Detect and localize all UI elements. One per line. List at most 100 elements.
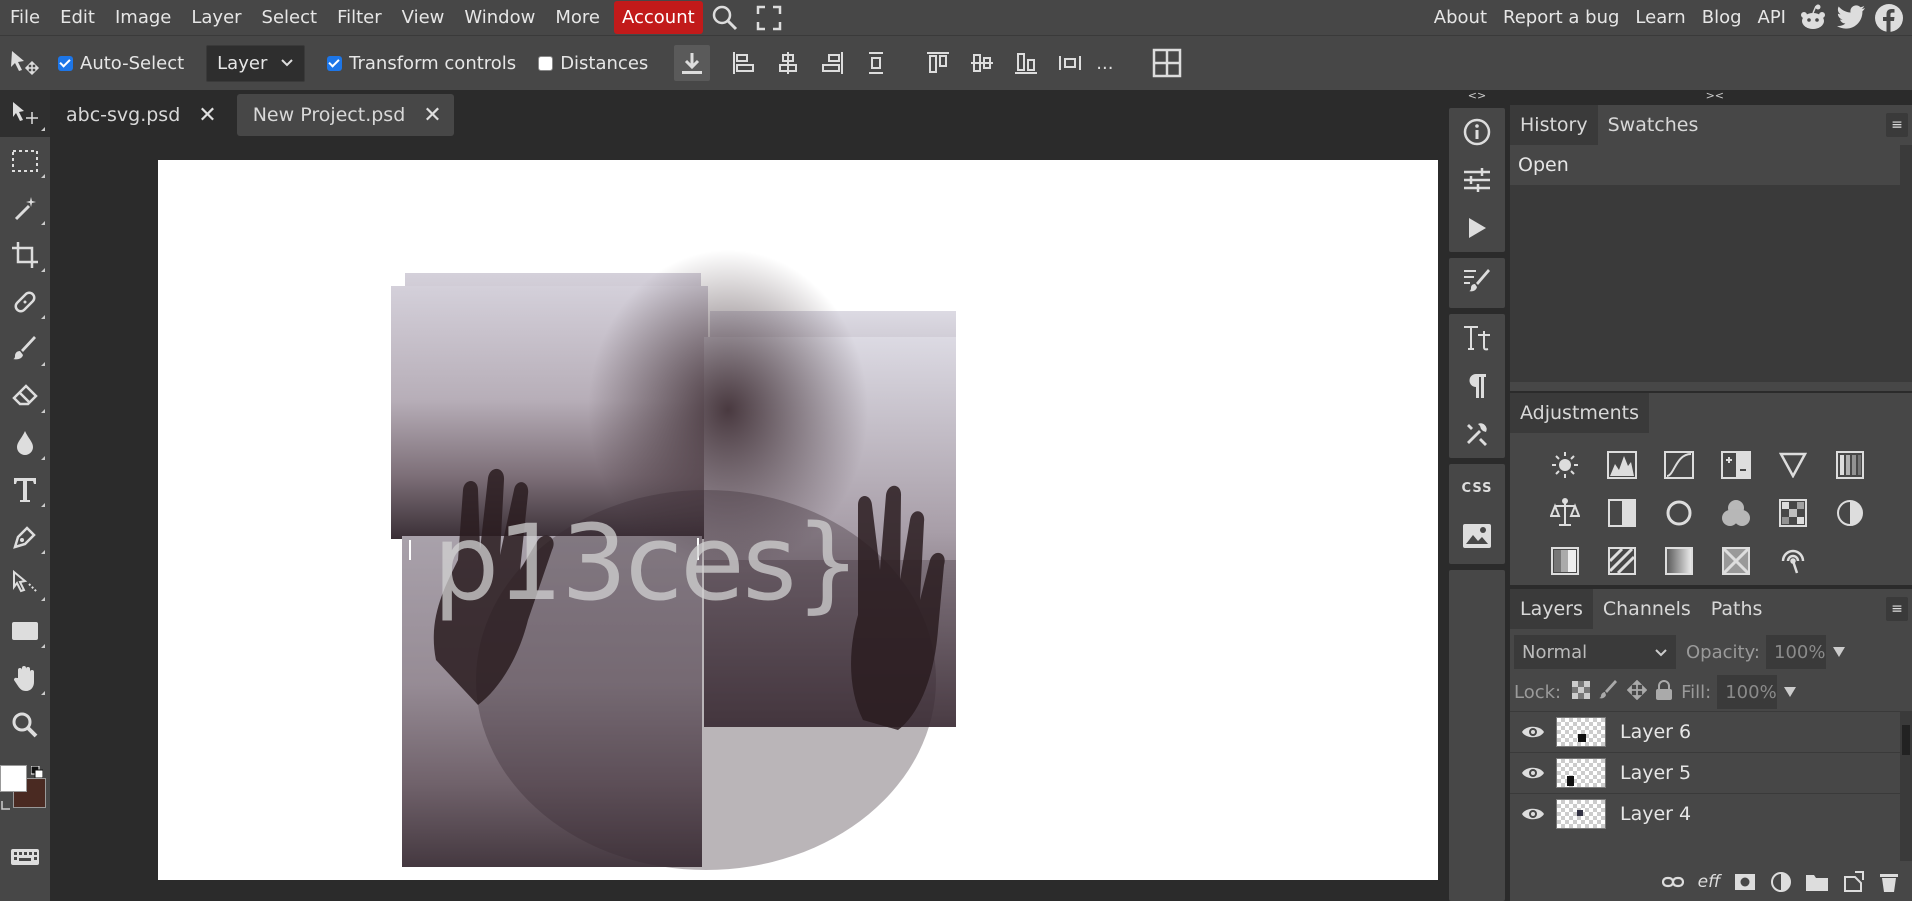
collapse-toggle-right[interactable]: >< (1706, 90, 1724, 102)
align-middle-vertical-icon[interactable] (964, 45, 1000, 81)
zoom-tool[interactable] (0, 701, 50, 748)
menu-select[interactable]: Select (252, 0, 328, 35)
menu-edit[interactable]: Edit (50, 0, 105, 35)
menu-report-bug[interactable]: Report a bug (1495, 0, 1627, 35)
move-tool[interactable] (0, 90, 50, 137)
align-bottom-icon[interactable] (1008, 45, 1044, 81)
lock-pixels-icon[interactable] (1599, 679, 1619, 705)
layers-scroll-thumb[interactable] (1902, 725, 1910, 755)
history-scrollbar[interactable] (1900, 145, 1912, 382)
curves-icon[interactable] (1650, 441, 1707, 489)
black-white-icon[interactable] (1593, 489, 1650, 537)
doc-tab-new-project[interactable]: New Project.psd ✕ (236, 94, 454, 136)
layers-scrollbar[interactable] (1900, 711, 1912, 861)
menu-window[interactable]: Window (454, 0, 545, 35)
fill-input[interactable]: 100% (1717, 675, 1778, 709)
posterize-icon[interactable] (1536, 537, 1593, 585)
exposure-icon[interactable] (1707, 441, 1764, 489)
eye-icon[interactable] (1510, 724, 1556, 740)
reddit-icon[interactable] (1798, 3, 1828, 33)
panel-menu-icon[interactable]: ≡ (1886, 113, 1908, 137)
search-icon[interactable] (707, 0, 743, 36)
lock-transparency-icon[interactable] (1571, 680, 1591, 705)
adjustment-layer-icon[interactable] (1766, 867, 1796, 897)
menu-about[interactable]: About (1426, 0, 1495, 35)
healing-brush-tool[interactable] (0, 278, 50, 325)
new-layer-icon[interactable] (1838, 867, 1868, 897)
menu-filter[interactable]: Filter (327, 0, 392, 35)
marquee-tool[interactable] (0, 137, 50, 184)
layer-mask-icon[interactable] (1730, 867, 1760, 897)
gradient-map-icon[interactable] (1650, 537, 1707, 585)
close-icon[interactable]: ✕ (198, 103, 216, 128)
tab-adjustments[interactable]: Adjustments (1510, 393, 1649, 433)
eraser-tool[interactable] (0, 372, 50, 419)
collapse-toggle[interactable]: <> (1447, 90, 1507, 102)
tab-paths[interactable]: Paths (1701, 589, 1773, 629)
account-button[interactable]: Account (613, 1, 703, 34)
history-item[interactable]: Open (1510, 145, 1900, 185)
twitter-icon[interactable] (1836, 3, 1866, 33)
link-layers-icon[interactable] (1658, 867, 1688, 897)
tab-history[interactable]: History (1510, 105, 1598, 145)
brightness-icon[interactable] (1536, 441, 1593, 489)
character-icon[interactable] (1449, 314, 1505, 362)
hue-saturation-icon[interactable] (1821, 441, 1878, 489)
menu-learn[interactable]: Learn (1627, 0, 1693, 35)
distances-checkbox[interactable] (538, 55, 554, 71)
magic-wand-tool[interactable] (0, 184, 50, 231)
menu-api[interactable]: API (1750, 0, 1794, 35)
default-colors-icon[interactable] (30, 763, 44, 779)
color-swatches[interactable] (0, 762, 50, 822)
menu-blog[interactable]: Blog (1694, 0, 1750, 35)
fullscreen-icon[interactable] (751, 0, 787, 36)
menu-view[interactable]: View (392, 0, 455, 35)
invert-icon[interactable] (1821, 489, 1878, 537)
opacity-dropdown-icon[interactable] (1832, 642, 1846, 663)
more-options[interactable]: ... (1096, 53, 1113, 74)
distribute-horizontal-icon[interactable] (1052, 45, 1088, 81)
levels-icon[interactable] (1593, 441, 1650, 489)
paragraph-icon[interactable] (1449, 362, 1505, 410)
type-tool[interactable] (0, 466, 50, 513)
doc-tab-abc-svg[interactable]: abc-svg.psd ✕ (50, 94, 229, 136)
foreground-color-swatch[interactable] (0, 765, 27, 792)
layer-row[interactable]: Layer 6 (1510, 711, 1900, 752)
transform-controls-checkbox[interactable] (327, 55, 343, 71)
blend-mode-select[interactable]: Normal (1514, 635, 1676, 669)
panel-menu-icon[interactable]: ≡ (1886, 597, 1908, 621)
tab-swatches[interactable]: Swatches (1598, 105, 1709, 145)
layer-select-dropdown[interactable]: Layer (206, 44, 306, 82)
properties-sliders-icon[interactable] (1449, 156, 1505, 204)
grid-layout-icon[interactable] (1149, 45, 1185, 81)
keyboard-button[interactable] (0, 833, 50, 880)
menu-more[interactable]: More (545, 0, 610, 35)
lock-all-icon[interactable] (1655, 679, 1673, 705)
layer-row[interactable]: Layer 4 (1510, 793, 1900, 834)
brush-tool[interactable] (0, 325, 50, 372)
tab-channels[interactable]: Channels (1593, 589, 1701, 629)
tools-wrench-icon[interactable] (1449, 410, 1505, 458)
layer-effects-button[interactable]: eff (1694, 867, 1724, 897)
hand-tool[interactable] (0, 654, 50, 701)
replace-color-icon[interactable] (1764, 537, 1821, 585)
align-center-horizontal-icon[interactable] (770, 45, 806, 81)
align-left-icon[interactable] (726, 45, 762, 81)
download-icon[interactable] (674, 45, 711, 81)
blur-tool[interactable] (0, 419, 50, 466)
image-icon[interactable] (1449, 512, 1505, 560)
info-icon[interactable] (1449, 108, 1505, 156)
swap-colors-icon[interactable] (0, 796, 12, 810)
opacity-input[interactable]: 100% (1766, 635, 1826, 669)
close-icon[interactable]: ✕ (423, 103, 441, 128)
menu-layer[interactable]: Layer (181, 0, 251, 35)
layer-row[interactable]: Layer 5 (1510, 752, 1900, 793)
crop-tool[interactable] (0, 231, 50, 278)
eye-icon[interactable] (1510, 806, 1556, 822)
color-balance-icon[interactable] (1536, 489, 1593, 537)
brush-settings-icon[interactable] (1449, 258, 1505, 306)
selective-color-icon[interactable] (1707, 537, 1764, 585)
vibrance-icon[interactable] (1764, 441, 1821, 489)
tab-layers[interactable]: Layers (1510, 589, 1593, 629)
menu-image[interactable]: Image (105, 0, 181, 35)
